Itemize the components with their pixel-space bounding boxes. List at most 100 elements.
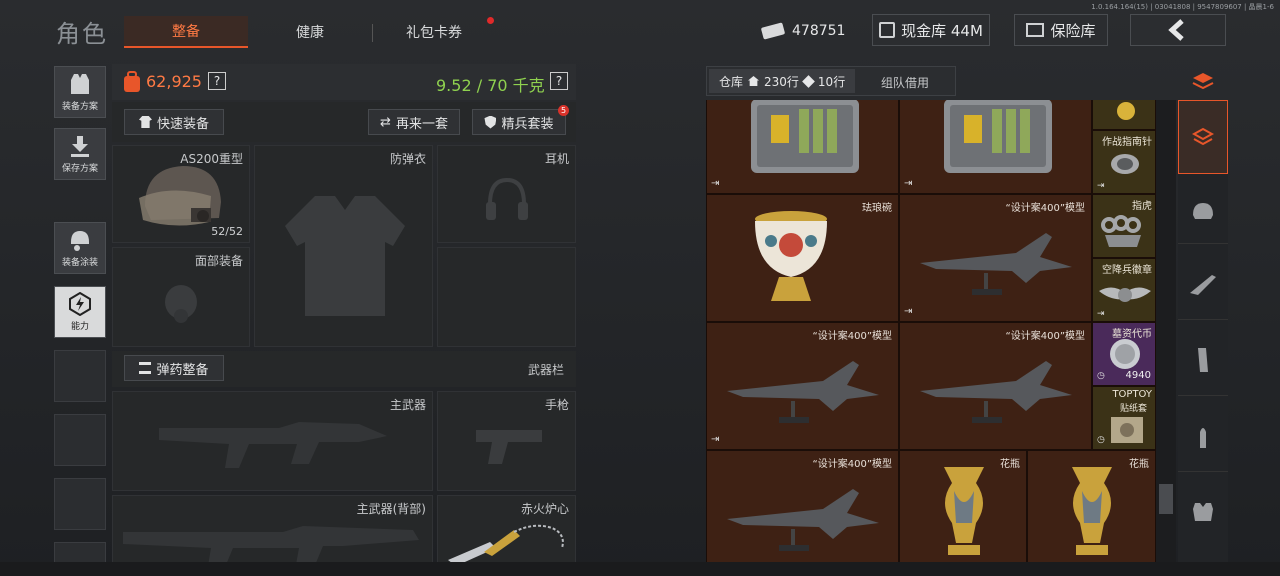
weight-help-icon[interactable]: ? (550, 72, 568, 90)
elite-kit-button[interactable]: 精兵套装 (472, 109, 566, 135)
armor-slot[interactable]: 防弹衣 (254, 145, 433, 347)
refresh-icon: ⇄ (380, 114, 391, 130)
quick-equip-label: 快速装备 (156, 116, 209, 132)
gas-mask-icon (165, 285, 197, 323)
ability-button[interactable]: 能力 (54, 286, 106, 338)
loadout-plan-label: 装备方案 (61, 102, 98, 112)
jet-model-icon (727, 361, 879, 423)
primary-weapon-slot[interactable]: 主武器 (112, 391, 433, 491)
ability-icon (69, 292, 91, 316)
page-title: 角色 (56, 20, 108, 48)
coin-balance: 478751 (760, 18, 845, 44)
tab-health[interactable]: 健康 (248, 16, 372, 48)
item-label: 花瓶 (1129, 459, 1149, 470)
empty-slot (54, 414, 106, 466)
primary-back-label: 主武器(背部) (356, 502, 426, 516)
wings-badge-icon (1099, 287, 1151, 302)
tag-icon (802, 74, 815, 88)
coin-count: 4940 (1125, 370, 1151, 381)
save-plan-label: 保存方案 (61, 164, 98, 174)
category-rifle[interactable] (1178, 248, 1228, 320)
warehouse-rows: 230行 (764, 74, 799, 89)
tab-loadout[interactable]: 整备 (124, 16, 248, 48)
primary-weapon-label: 主武器 (389, 398, 426, 412)
gear-paint-button[interactable]: 装备涂装 (54, 222, 106, 274)
item-cell-medal[interactable] (1092, 100, 1156, 130)
item-label: 花瓶 (1000, 459, 1020, 470)
pistol-slot[interactable]: 手枪 (437, 391, 576, 491)
item-cell-toy[interactable]: TOPTOY 贴纸套 ◷ (1092, 386, 1156, 450)
value-help-icon[interactable]: ? (208, 72, 226, 90)
item-cell-model[interactable]: “设计案400”模型 (706, 450, 899, 562)
biohazard-case-icon (944, 100, 1052, 173)
tab-warehouse[interactable]: 仓库 230行 10行 (709, 69, 855, 93)
jet-model-icon (727, 489, 879, 551)
elite-badge: 5 (558, 105, 569, 116)
exit-icon: ⇥ (1097, 309, 1105, 319)
item-label: 空降兵徽章 (1102, 265, 1152, 276)
rifle-silhouette-icon (159, 422, 387, 468)
item-cell-bowl[interactable]: 珐琅碗 (706, 194, 899, 322)
item-cell-coin[interactable]: 墓资代币 ◷ 4940 (1092, 322, 1156, 386)
item-label: “设计案400”模型 (812, 459, 892, 470)
empty-slot (54, 478, 106, 530)
bottom-strip (0, 562, 1280, 576)
brass-knuckles-icon (1101, 215, 1141, 247)
category-all[interactable] (1178, 100, 1228, 174)
warehouse-tabbar: 仓库 230行 10行 组队借用 (706, 66, 956, 96)
equip-again-button[interactable]: ⇄ 再来一套 (368, 109, 460, 135)
ammo-prep-label: 弹药整备 (156, 362, 209, 378)
item-cell-model[interactable]: “设计案400”模型 (899, 322, 1092, 450)
armor-label: 防弹衣 (389, 152, 426, 166)
safe-button[interactable]: 保险库 (1014, 14, 1108, 46)
item-label: “设计案400”模型 (1005, 203, 1085, 214)
category-armor[interactable] (1178, 476, 1228, 548)
item-cell-badge[interactable]: 空降兵徽章 ⇥ (1092, 258, 1156, 322)
scrollbar-thumb[interactable] (1159, 484, 1173, 514)
headset-slot[interactable]: 耳机 (437, 145, 576, 243)
save-plan-button[interactable]: 保存方案 (54, 128, 106, 180)
timer-icon: ◷ (1097, 371, 1105, 381)
category-ammo[interactable] (1178, 400, 1228, 472)
item-cell-knuckles[interactable]: 指虎 (1092, 194, 1156, 258)
melee-label: 赤火炉心 (520, 502, 569, 516)
item-cell-case[interactable]: ⇥ (706, 100, 899, 194)
helmet-slot[interactable]: AS200重型 52/52 (112, 145, 250, 243)
category-stack-button[interactable] (1178, 66, 1228, 96)
ammo-prep-button[interactable]: 弹药整备 (124, 355, 224, 381)
item-label: “设计案400”模型 (1005, 331, 1085, 342)
notification-dot (487, 17, 494, 24)
loadout-plan-button[interactable]: 装备方案 (54, 66, 106, 118)
category-magazine[interactable] (1178, 324, 1228, 396)
warehouse-scrollbar[interactable] (1156, 100, 1176, 562)
headset-icon (486, 177, 528, 220)
rifle-icon (1190, 274, 1216, 295)
quick-equip-button[interactable]: 快速装备 (124, 109, 224, 135)
helmet-icon (1193, 202, 1213, 219)
cash-vault-button[interactable]: 现金库 44M (872, 14, 990, 46)
back-button[interactable] (1130, 14, 1226, 46)
item-cell-vase[interactable]: 花瓶 (1027, 450, 1156, 562)
item-cell-vase[interactable]: 花瓶 (899, 450, 1027, 562)
vase-icon (944, 467, 984, 555)
enamel-bowl-icon (755, 211, 827, 301)
empty-gear-slot[interactable] (437, 247, 576, 347)
gear-paint-label: 装备涂装 (61, 258, 98, 268)
toy-subtitle: 贴纸套 (1119, 404, 1147, 414)
layers-refresh-icon (1192, 73, 1214, 90)
item-cell-compass[interactable]: 作战指南针 ⇥ (1092, 130, 1156, 194)
tab-gift-cards[interactable]: 礼包卡券 (372, 16, 496, 48)
tab-team-borrow[interactable]: 组队借用 (881, 74, 929, 91)
weapons-title: 武器栏 (527, 363, 564, 377)
layers-icon (1192, 127, 1214, 146)
equip-again-label: 再来一套 (395, 116, 448, 132)
face-gear-label: 面部装备 (194, 254, 243, 268)
category-helmet[interactable] (1178, 178, 1228, 244)
pistol-label: 手枪 (544, 398, 569, 412)
weight-value: 9.52 / 70 千克 (436, 76, 545, 95)
ammo-icon (139, 362, 152, 374)
face-gear-slot[interactable]: 面部装备 (112, 247, 250, 347)
item-cell-model[interactable]: “设计案400”模型 ⇥ (899, 194, 1092, 322)
item-cell-model[interactable]: “设计案400”模型 ⇥ (706, 322, 899, 450)
item-cell-case[interactable]: ⇥ (899, 100, 1092, 194)
